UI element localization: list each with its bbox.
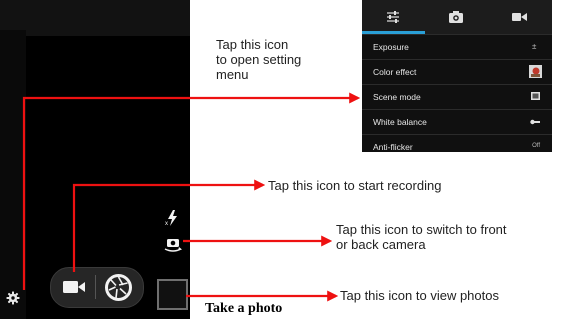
note-switch-camera: Tap this icon to switch to front or back… <box>336 222 507 252</box>
note-take-photo: Take a photo <box>205 301 283 316</box>
note-view-photos: Tap this icon to view photos <box>340 288 499 303</box>
note-record: Tap this icon to start recording <box>268 178 442 193</box>
note-settings: Tap this icon to open setting menu <box>216 37 301 82</box>
arrow-record <box>72 179 266 272</box>
note-settings-text: Tap this icon to open setting menu <box>216 37 302 82</box>
